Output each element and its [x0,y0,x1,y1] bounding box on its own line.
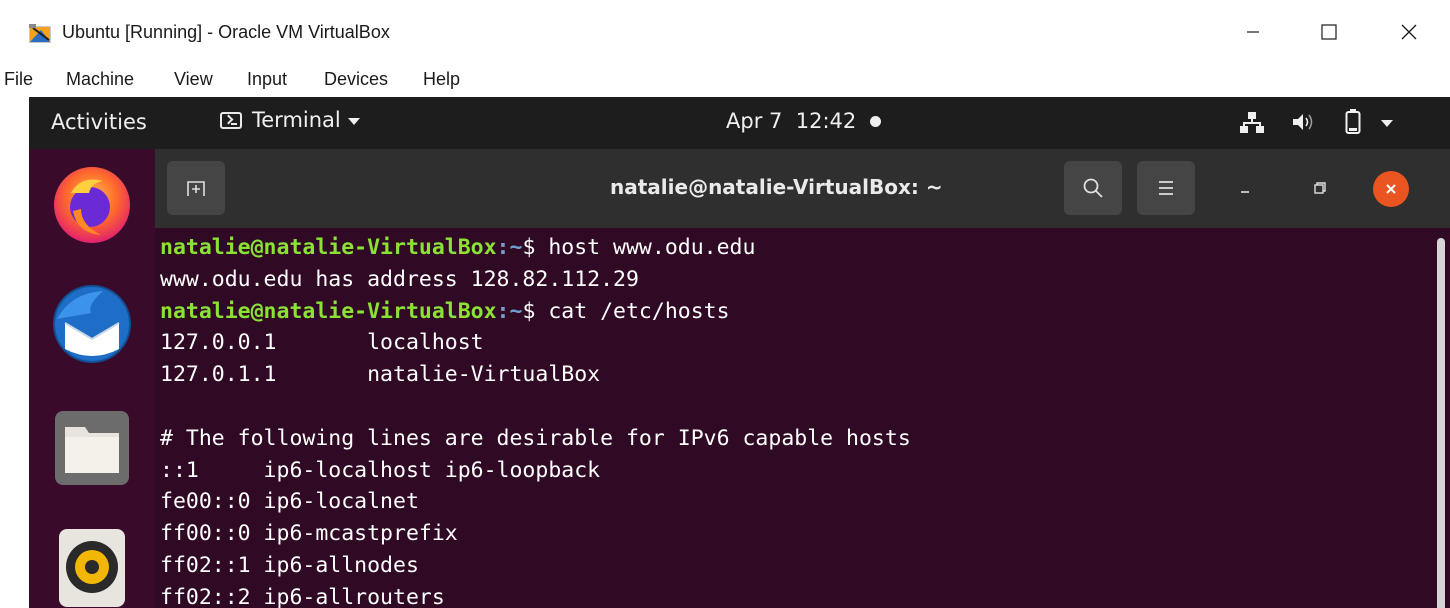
host-window-title: Ubuntu [Running] - Oracle VM VirtualBox [62,22,390,42]
close-button[interactable] [1386,12,1432,52]
terminal-output-line: 127.0.0.1 localhost [160,330,484,356]
app-menu-label: Terminal [252,108,341,132]
maximize-icon [1321,24,1337,40]
terminal-output-line: 127.0.1.1 natalie-VirtualBox [160,362,601,388]
ubuntu-dock [29,149,155,608]
terminal-output-line: ::1 ip6-localhost ip6-loopback [160,457,601,483]
menu-view[interactable]: View [174,69,213,90]
search-icon [1083,178,1103,198]
terminal-output-line: ff02::2 ip6-allrouters [160,584,445,608]
hamburger-menu-button[interactable] [1137,161,1195,215]
terminal-output-line: fe00::0 ip6-localnet [160,489,419,515]
new-tab-icon [187,181,205,196]
volume-icon[interactable] [1291,109,1315,135]
maximize-button[interactable] [1306,12,1352,52]
prompt-symbol: $ [522,235,549,260]
guest-screen: Activities Terminal Apr 7 12:42 natalie@… [29,97,1450,608]
terminal-title: natalie@natalie-VirtualBox: ~ [610,175,943,199]
search-button[interactable] [1064,161,1122,215]
close-icon [1401,24,1417,40]
gnome-top-bar: Activities Terminal Apr 7 12:42 [29,97,1450,149]
restore-icon [1314,182,1326,194]
clock-label: Apr 7 12:42 [726,109,857,133]
prompt-path: :~ [496,235,523,260]
minimize-button[interactable] [1230,12,1276,52]
terminal-output-line: ff02::1 ip6-allnodes [160,552,419,578]
menu-file[interactable]: File [4,69,33,90]
clock-button[interactable]: Apr 7 12:42 [726,109,882,133]
prompt-user: natalie@natalie-VirtualBox [160,298,497,324]
terminal-output-line: ff00::0 ip6-mcastprefix [160,521,458,547]
minimize-icon [1247,31,1259,33]
command-text: host www.odu.edu [548,235,756,260]
terminal-command-line: natalie@natalie-VirtualBox:~$ host www.o… [160,232,911,264]
menu-input[interactable]: Input [247,69,287,90]
rhythmbox-icon[interactable] [51,525,133,607]
system-menu-caret-icon[interactable] [1381,109,1393,135]
menu-machine[interactable]: Machine [66,69,134,90]
close-icon [1386,184,1396,194]
terminal-text: natalie@natalie-VirtualBox:~$ host www.o… [160,232,911,608]
terminal-output[interactable]: natalie@natalie-VirtualBox:~$ host www.o… [155,228,1450,608]
files-icon[interactable] [51,407,133,489]
minimize-icon [1241,191,1249,193]
terminal-restore-button[interactable] [1305,173,1335,203]
terminal-icon [220,111,242,129]
terminal-window: natalie@natalie-VirtualBox: ~ natalie@na… [155,149,1450,608]
terminal-output-line: # The following lines are desirable for … [160,425,911,451]
terminal-scrollbar[interactable] [1437,238,1445,608]
terminal-close-button[interactable] [1373,171,1409,207]
firefox-icon[interactable] [51,163,133,245]
chevron-down-icon [347,117,360,125]
host-window-titlebar: Ubuntu [Running] - Oracle VM VirtualBox [0,0,1450,64]
virtualbox-app-icon [29,24,51,43]
thunderbird-icon[interactable] [51,283,133,365]
network-icon[interactable] [1240,109,1264,135]
new-tab-button[interactable] [167,161,225,215]
prompt-symbol: $ [522,298,549,324]
virtualbox-menubar: File Machine View Input Devices Help [0,64,1450,96]
command-text: cat /etc/hosts [548,298,730,324]
menu-help[interactable]: Help [423,69,460,90]
app-menu-terminal[interactable]: Terminal [220,108,360,132]
terminal-headerbar: natalie@natalie-VirtualBox: ~ [155,149,1450,228]
prompt-path: :~ [496,298,523,324]
terminal-minimize-button[interactable] [1230,173,1260,203]
notification-dot-icon [870,115,882,127]
menu-devices[interactable]: Devices [324,69,388,90]
terminal-output-line: www.odu.edu has address 128.82.112.29 [160,266,639,292]
hamburger-menu-icon [1159,181,1173,195]
activities-button[interactable]: Activities [51,110,147,134]
terminal-command-line: natalie@natalie-VirtualBox:~$ cat /etc/h… [160,296,911,328]
battery-icon[interactable] [1345,109,1361,135]
prompt-user: natalie@natalie-VirtualBox [160,235,497,260]
